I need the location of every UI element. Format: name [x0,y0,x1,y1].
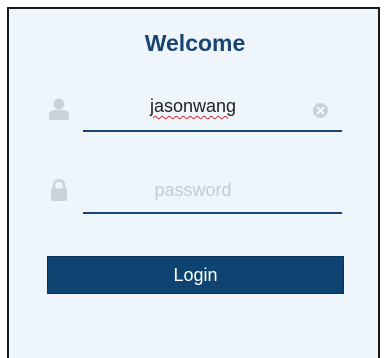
clear-icon[interactable] [313,103,328,118]
password-underline [83,212,342,214]
login-button[interactable]: Login [47,256,344,294]
user-icon [49,98,69,120]
username-underline [83,130,342,132]
welcome-title: Welcome [144,30,246,56]
lock-icon [49,179,69,201]
username-field[interactable]: jasonwang [83,96,303,117]
password-field[interactable] [83,175,303,205]
